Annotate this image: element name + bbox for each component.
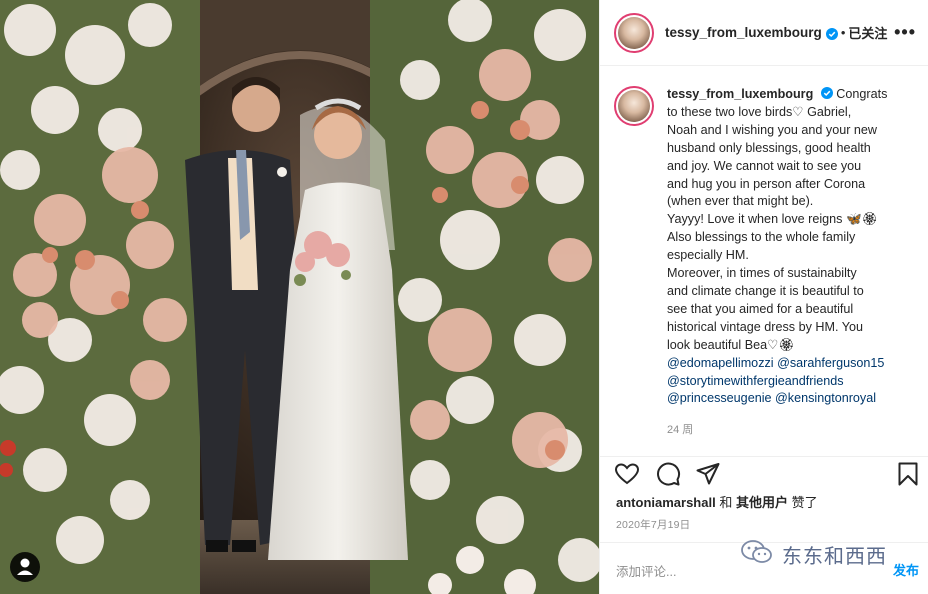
caption-line: and climate change it is beautiful to: [667, 283, 864, 298]
caption-line: (when ever that might be).: [667, 194, 814, 209]
paper-plane-icon[interactable]: [695, 461, 721, 487]
caption-line: Noah and I wishing you and your new: [667, 122, 878, 137]
heart-icon[interactable]: [614, 461, 640, 487]
caption-line: Also blessings to the whole family: [667, 230, 856, 245]
caption-line: look beautiful Bea♡🏵: [667, 337, 795, 352]
post-date[interactable]: 2020年7月19日: [616, 517, 690, 532]
left-flower-arch: [0, 0, 200, 594]
action-bar: [600, 456, 928, 490]
comment-icon[interactable]: [655, 461, 681, 487]
mention-link[interactable]: @storytimewithfergieandfriends: [667, 374, 844, 388]
caption-line: and joy. We cannot wait to see you: [667, 158, 862, 173]
more-options-icon[interactable]: •••: [894, 22, 916, 43]
likes-liked: 赞了: [791, 495, 818, 510]
caption-line: Moreover, in times of sustainabilty: [667, 266, 857, 281]
caption-author-avatar[interactable]: [614, 86, 654, 126]
other-likers-link[interactable]: 其他用户: [736, 495, 788, 510]
bookmark-icon[interactable]: [895, 461, 921, 487]
caption-timestamp[interactable]: 24 周: [667, 421, 913, 437]
mention-link[interactable]: @edomapellimozzi: [667, 356, 774, 370]
following-button[interactable]: 已关注: [848, 23, 887, 42]
caption-line: to these two love birds♡ Gabriel,: [667, 104, 852, 119]
tagged-users-icon[interactable]: [10, 552, 40, 582]
caption-line: Congrats: [836, 87, 888, 101]
caption-line: historical vintage dress by HM. You: [667, 319, 864, 334]
likes-and: 和: [719, 495, 733, 510]
caption-line: especially HM.: [667, 248, 749, 263]
wedding-photo-illustration: [0, 0, 599, 594]
author-avatar[interactable]: [614, 12, 654, 53]
publish-button[interactable]: 发布: [893, 560, 919, 579]
caption-text: tessy_from_luxembourg Congrats to these …: [667, 86, 917, 408]
caption-line: husband only blessings, good health: [667, 140, 871, 155]
author-username[interactable]: tessy_from_luxembourg: [665, 25, 822, 40]
comment-bar: 添加评论... 发布: [600, 542, 928, 594]
caption-line: and hug you in person after Corona: [667, 176, 866, 191]
verified-badge-icon: [825, 27, 838, 40]
likes-summary: antoniamarshall 和 其他用户 赞了: [616, 492, 818, 511]
mention-link[interactable]: @kensingtonroyal: [775, 391, 876, 405]
caption-section: tessy_from_luxembourg Congrats to these …: [600, 66, 928, 456]
caption-line: see that you aimed for a beautiful: [667, 301, 854, 316]
mention-link[interactable]: @princesseugenie: [667, 391, 772, 405]
post-header: tessy_from_luxembourg • 已关注 •••: [600, 0, 928, 66]
post-photo[interactable]: [0, 0, 599, 594]
mention-link[interactable]: @sarahferguson15: [777, 356, 884, 370]
caption-line: Yayyy! Love it when love reigns 🦋🏵: [667, 212, 878, 227]
caption-verified-badge-icon: [820, 87, 833, 99]
caption-username[interactable]: tessy_from_luxembourg: [667, 87, 813, 101]
comment-input[interactable]: 添加评论...: [616, 561, 676, 580]
header-separator: •: [840, 25, 846, 40]
post-side-panel: tessy_from_luxembourg • 已关注 ••• tessy_fr…: [599, 0, 928, 594]
liker-username[interactable]: antoniamarshall: [616, 495, 716, 510]
